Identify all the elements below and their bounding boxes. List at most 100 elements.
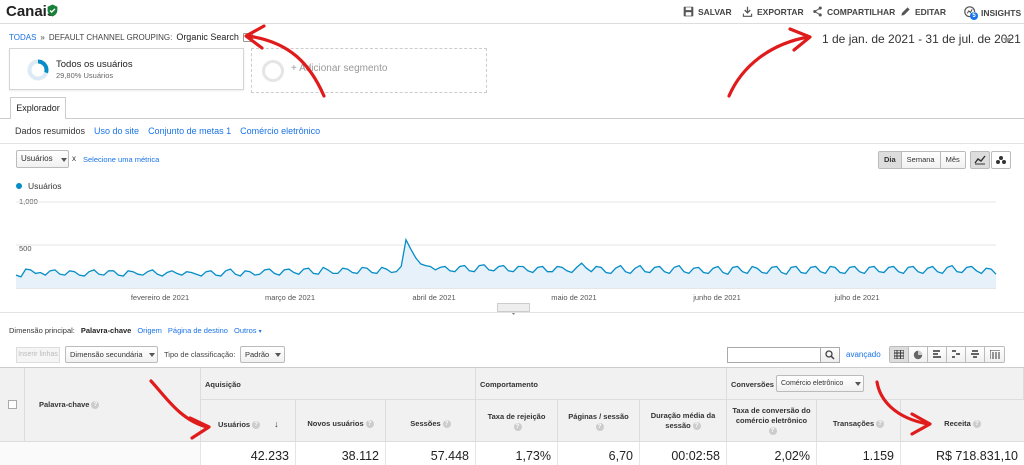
new-users-column-header[interactable]: Novos usuários?	[296, 400, 386, 442]
breadcrumb-separator: »	[40, 32, 45, 42]
view-comparison-button[interactable]	[947, 347, 966, 362]
date-range-caret-icon[interactable]	[1003, 38, 1011, 43]
dimension-keyword[interactable]: Palavra-chave	[81, 326, 131, 335]
pages-per-session-column-header[interactable]: Páginas / sessão?	[558, 400, 640, 442]
insights-button[interactable]: 5 INSIGHTS	[964, 6, 1022, 20]
users-area	[16, 239, 996, 288]
view-term-cloud-button[interactable]	[966, 347, 985, 362]
ecommerce-conversion-rate-column-header[interactable]: Taxa de conversão do comércio eletrônico…	[727, 400, 817, 442]
month-button[interactable]: Mês	[940, 152, 965, 168]
bounce-rate-column-header[interactable]: Taxa de rejeição?	[476, 400, 558, 442]
revenue-column-header[interactable]: Receita?	[901, 400, 1024, 442]
help-icon[interactable]: ?	[595, 423, 604, 432]
help-icon[interactable]: ?	[442, 420, 451, 429]
subtabs: Dados resumidos Uso do site Conjunto de …	[15, 126, 320, 136]
advanced-filter-link[interactable]: avançado	[846, 350, 881, 359]
line-chart-button[interactable]	[970, 151, 990, 169]
acquisition-group-header: Aquisição	[201, 368, 476, 400]
tab-explorer[interactable]: Explorador	[10, 97, 66, 119]
bar-chart-icon	[933, 350, 941, 358]
table-search-button[interactable]	[820, 347, 840, 363]
help-icon[interactable]: ?	[365, 420, 374, 429]
help-icon[interactable]: ?	[972, 420, 981, 429]
pages-per-session-column-label: Páginas / sessão	[568, 412, 629, 421]
new-users-column-label: Novos usuários	[307, 419, 364, 428]
totals-label-cell	[0, 442, 201, 465]
table-search-input[interactable]	[727, 347, 821, 363]
select-all-checkbox[interactable]	[8, 400, 17, 409]
avg-session-duration-column-header[interactable]: Duração média da sessão?	[640, 400, 727, 442]
transactions-column-header[interactable]: Transações?	[817, 400, 901, 442]
segment-all-users[interactable]: Todos os usuários 29,80% Usuários	[9, 48, 244, 90]
dimension-others[interactable]: Outros ▾	[234, 326, 262, 335]
chevron-down-icon	[275, 353, 281, 357]
insights-label: INSIGHTS	[981, 7, 1022, 18]
help-icon[interactable]: ?	[91, 401, 100, 410]
share-label: COMPARTILHAR	[827, 6, 896, 17]
export-icon	[742, 6, 753, 17]
metric-select[interactable]: Usuários	[16, 150, 69, 168]
total-bounce-rate: 1,73%	[476, 442, 558, 465]
chevron-down-icon	[855, 382, 861, 386]
sessions-column-header[interactable]: Sessões?	[386, 400, 476, 442]
users-line-chart[interactable]: fevereiro de 2021 março de 2021 abril de 2…	[0, 192, 1024, 304]
segment-percent: 29,80% Usuários	[56, 71, 114, 80]
dimension-landing-page[interactable]: Página de destino	[168, 326, 228, 335]
breadcrumb-root[interactable]: TODAS	[9, 33, 36, 42]
export-label: EXPORTAR	[757, 6, 804, 17]
comparison-icon	[952, 350, 960, 358]
help-icon[interactable]: ?	[768, 427, 777, 436]
pie-chart-icon	[913, 350, 923, 359]
dimension-source[interactable]: Origem	[137, 326, 162, 335]
total-pages-per-session: 6,70	[558, 442, 640, 465]
date-range-picker[interactable]: 1 de jan. de 2021 - 31 de jul. de 2021	[822, 32, 1021, 46]
view-pivot-button[interactable]	[985, 347, 1004, 362]
help-icon[interactable]: ?	[252, 421, 261, 430]
edit-button[interactable]: EDITAR	[900, 6, 946, 17]
segment-ring-icon	[27, 59, 49, 81]
secondary-dimension-value: Dimensão secundária	[70, 350, 143, 359]
users-column-header[interactable]: Usuários? ↓	[201, 400, 296, 442]
breadcrumb-dropdown[interactable]	[242, 32, 253, 42]
add-metric-link[interactable]: Selecione uma métrica	[83, 155, 159, 164]
chart-resize-handle[interactable]	[497, 303, 530, 315]
view-percentage-button[interactable]	[909, 347, 928, 362]
save-label: SALVAR	[698, 6, 732, 17]
help-icon[interactable]: ?	[692, 422, 701, 431]
time-granularity-group: Dia Semana Mês	[878, 151, 966, 169]
secondary-dimension-select[interactable]: Dimensão secundária	[65, 346, 158, 363]
export-button[interactable]: EXPORTAR	[742, 6, 804, 17]
week-button[interactable]: Semana	[901, 152, 941, 168]
sort-desc-icon[interactable]: ↓	[274, 419, 279, 429]
view-data-button[interactable]	[890, 347, 909, 362]
total-ecommerce-conversion-rate: 2,02%	[727, 442, 817, 465]
subtab-ecommerce[interactable]: Comércio eletrônico	[240, 126, 320, 136]
add-segment-button[interactable]: + Adicionar segmento	[251, 48, 487, 93]
x-tick-label: abril de 2021	[412, 293, 455, 302]
help-icon[interactable]: ?	[876, 420, 885, 429]
motion-chart-button[interactable]	[991, 151, 1011, 169]
conversion-type-select[interactable]: Comércio eletrônico	[776, 375, 864, 392]
grid-icon	[894, 350, 904, 359]
help-icon[interactable]: ?	[513, 423, 522, 432]
day-button[interactable]: Dia	[879, 152, 902, 168]
add-segment-label: + Adicionar segmento	[291, 63, 388, 74]
remove-metric-button[interactable]: x	[72, 154, 76, 163]
keyword-column-header[interactable]: Palavra-chave?	[25, 368, 201, 442]
term-cloud-icon	[971, 350, 979, 358]
chart-divider	[0, 312, 1024, 313]
subtab-goal-set[interactable]: Conjunto de metas 1	[148, 126, 231, 136]
x-axis-labels: fevereiro de 2021 março de 2021 abril de 2…	[131, 293, 880, 302]
legend-label: Usuários	[28, 181, 62, 191]
sort-type-value: Padrão	[245, 350, 270, 359]
tab-divider	[0, 118, 1024, 119]
plot-rows-button[interactable]: Inserir linhas	[16, 347, 60, 363]
sort-type-select[interactable]: Padrão	[240, 346, 285, 363]
save-button[interactable]: SALVAR	[683, 6, 732, 17]
share-icon	[813, 6, 822, 17]
view-performance-button[interactable]	[928, 347, 947, 362]
chevron-down-icon	[244, 35, 251, 39]
share-button[interactable]: COMPARTILHAR	[812, 6, 895, 17]
subtab-summary[interactable]: Dados resumidos	[15, 126, 85, 136]
subtab-site-usage[interactable]: Uso do site	[94, 126, 139, 136]
